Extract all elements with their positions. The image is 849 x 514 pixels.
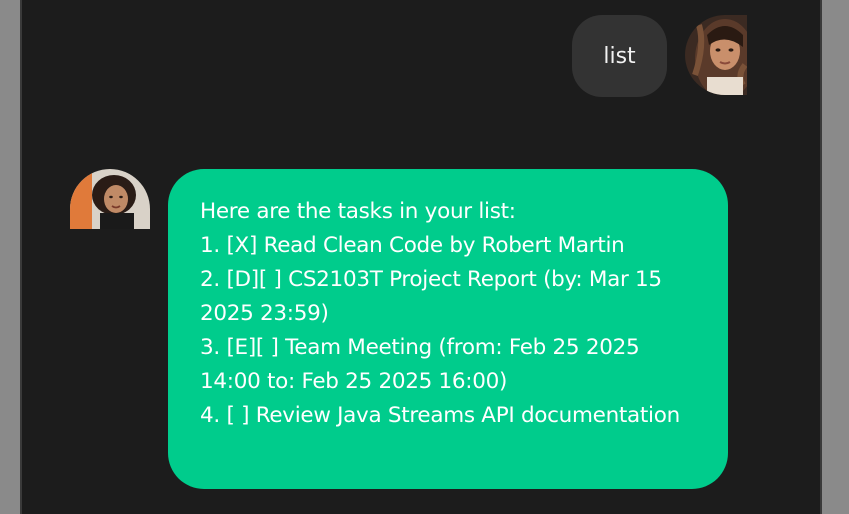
bot-message-line: Here are the tasks in your list: <box>200 199 516 224</box>
bot-message-line: 1. [X] Read Clean Code by Robert Martin <box>200 233 625 258</box>
bot-message-line: 2. [D][ ] CS2103T Project Report (by: Ma… <box>200 267 669 326</box>
user-message-text: list <box>603 43 636 69</box>
bot-message-line: 4. [ ] Review Java Streams API documenta… <box>200 403 680 428</box>
user-avatar-image <box>685 15 747 95</box>
user-avatar <box>685 15 747 95</box>
user-message-bubble: list <box>572 15 667 97</box>
bot-avatar <box>70 169 150 229</box>
bot-message-bubble: Here are the tasks in your list: 1. [X] … <box>168 169 728 489</box>
bot-avatar-image <box>70 169 150 229</box>
bot-message-line: 3. [E][ ] Team Meeting (from: Feb 25 202… <box>200 335 646 394</box>
chat-window: list Here are the tasks in your list: 1.… <box>20 0 822 514</box>
